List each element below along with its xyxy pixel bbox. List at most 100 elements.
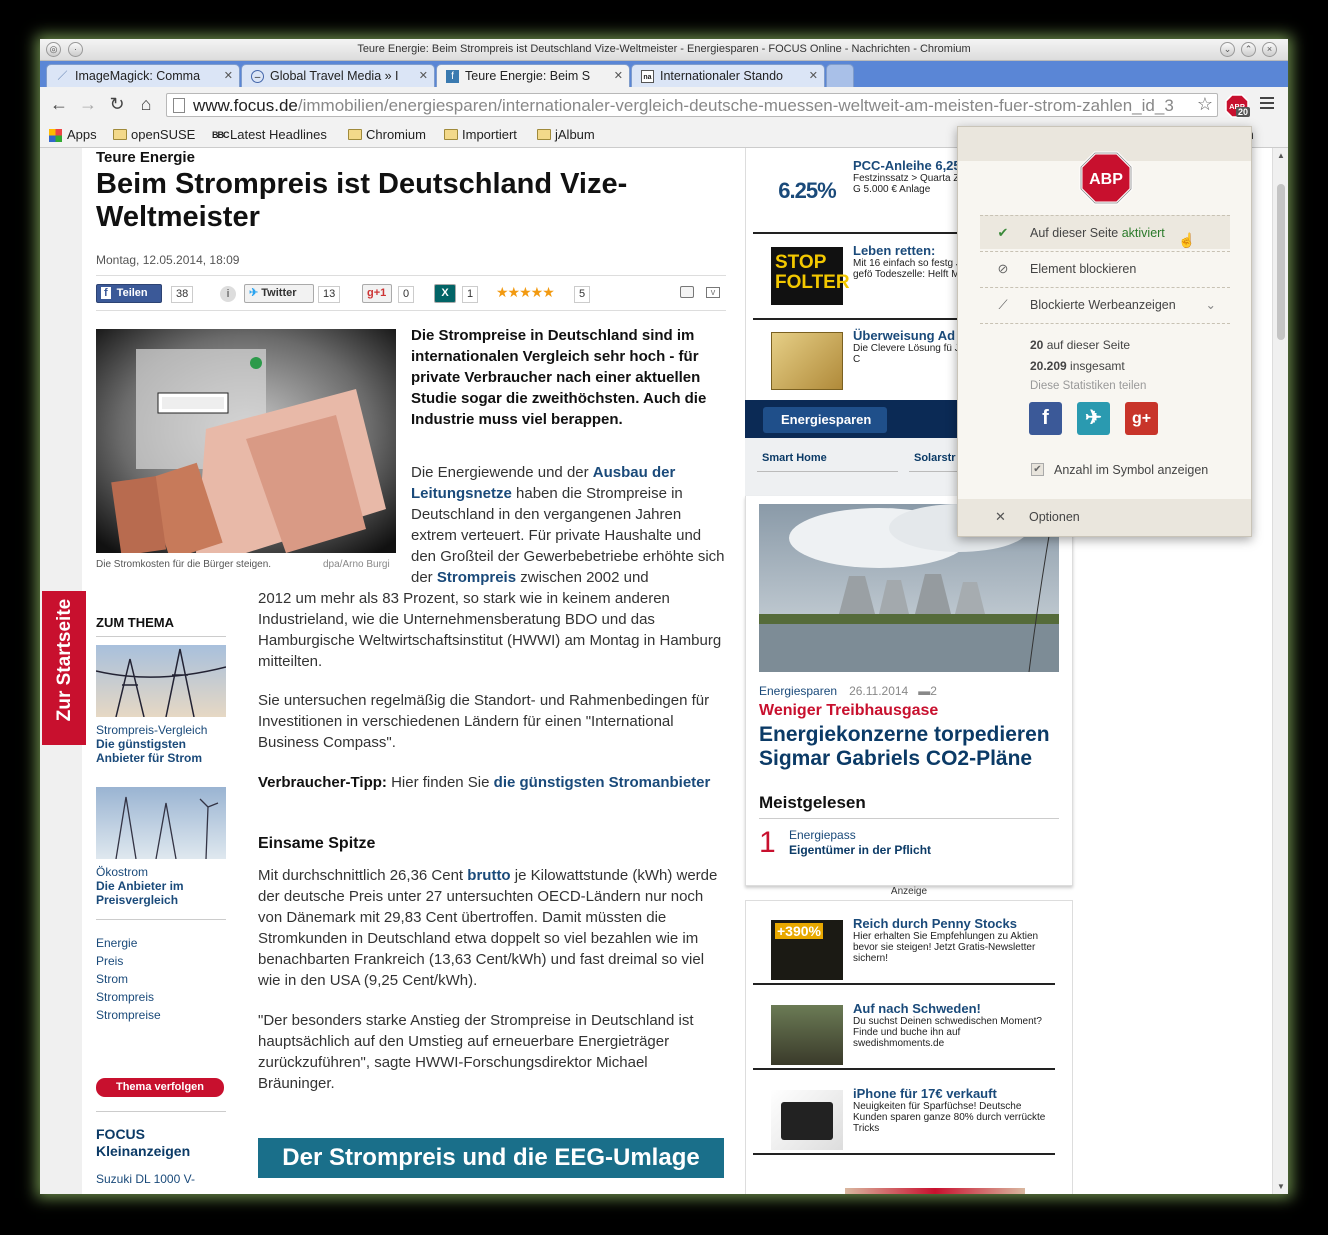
rating-stars[interactable]: ★★★★★ [496, 284, 555, 301]
tag-link[interactable]: Strom [96, 970, 226, 988]
address-bar[interactable]: www.focus.de/immobilien/energiesparen/in… [166, 93, 1218, 117]
bookmark-latest-headlines[interactable]: BBC Latest Headlines [212, 127, 327, 142]
bookmark-jalbum[interactable]: jAlbum [537, 127, 595, 142]
link-guenstigste-stromanbieter[interactable]: die günstigsten Stromanbieter [494, 774, 711, 791]
mostread-title[interactable]: Eigentümer in der Pflicht [789, 843, 931, 857]
hamburger-menu-icon[interactable] [1260, 97, 1274, 112]
ad-thumb: STOP FOLTER [771, 247, 850, 305]
tag-link[interactable]: Preis [96, 952, 226, 970]
ad-iphone[interactable]: iPhone für 17€ verkauft Neuigkeiten für … [763, 1086, 1059, 1156]
twitter-bird-icon: ✈ [249, 287, 259, 299]
mostread-category[interactable]: Energiepass [789, 828, 856, 842]
new-tab-button[interactable] [826, 64, 854, 87]
folder-icon [348, 129, 362, 140]
reload-icon[interactable]: ↻ [106, 93, 128, 115]
forward-arrow-icon[interactable]: → [77, 93, 99, 115]
gplus-icon[interactable]: g+ [1125, 402, 1158, 435]
link-brutto[interactable]: brutto [467, 867, 510, 884]
bookmark-importiert[interactable]: Importiert [444, 127, 517, 142]
minimize-button[interactable]: ⌄ [1220, 42, 1235, 57]
ad-schweden[interactable]: Auf nach Schweden! Du suchst Deinen schw… [763, 1001, 1059, 1071]
rating-count: 5 [574, 286, 591, 303]
twitter-share-button[interactable]: ✈ Twitter [244, 284, 314, 303]
related-category[interactable]: Ökostrom [96, 865, 226, 879]
energiesparen-tab[interactable]: Energiesparen [763, 407, 887, 433]
abp-row-blocked-ads[interactable]: ⟋ Blockierte Werbeanzeigen ⌄ [980, 287, 1230, 321]
xing-button[interactable]: X [434, 284, 456, 303]
close-button[interactable]: × [1262, 42, 1277, 57]
eeg-umlage-banner[interactable]: Der Strompreis und die EEG-Umlage [258, 1138, 724, 1178]
focus-favicon-icon: f [446, 70, 459, 83]
related-title[interactable]: Die günstigsten Anbieter für Strom [96, 737, 226, 765]
teaser-meta: Energiesparen 26.11.2014 ▬2 [759, 684, 937, 698]
facebook-share-button[interactable]: f Teilen [96, 284, 162, 303]
teaser-category[interactable]: Energiesparen [759, 684, 837, 698]
paragraph-1-cont: 2012 um mehr als 83 Prozent, so stark wi… [258, 590, 722, 670]
tab-close-icon[interactable]: ✕ [419, 69, 428, 82]
tab-close-icon[interactable]: ✕ [224, 69, 233, 82]
abp-row-enabled[interactable]: ✔ Auf dieser Seite aktiviert ☝ [980, 215, 1230, 249]
kleinanzeigen-heading: FOCUS Kleinanzeigen [96, 1126, 191, 1159]
abp-row-block-element[interactable]: ⊘ Element blockieren [980, 251, 1230, 285]
gplus-button[interactable]: g+1 [362, 284, 392, 303]
paragraph-1: Die Energiewende und der Ausbau der Leit… [411, 464, 725, 586]
abp-options-row[interactable]: ✕ Optionen [958, 499, 1251, 536]
related-category[interactable]: Strompreis-Vergleich [96, 723, 226, 737]
ad-title: Überweisung Ad [853, 328, 956, 343]
twitter-bird-icon[interactable]: ✈ [1077, 402, 1110, 435]
tab-teure-energie[interactable]: f Teure Energie: Beim S ✕ [436, 64, 630, 87]
browser-toolbar: ← → ↻ ⌂ www.focus.de/immobilien/energies… [40, 87, 1288, 123]
check-icon: ✔ [997, 225, 1009, 240]
tab-internationaler[interactable]: na Internationaler Stando ✕ [631, 64, 825, 87]
tab-close-icon[interactable]: ✕ [614, 69, 623, 82]
ad-title: Reich durch Penny Stocks [853, 916, 1017, 931]
vertical-scrollbar[interactable]: ▲ ▼ [1272, 148, 1288, 1194]
bookmark-chromium[interactable]: Chromium [348, 127, 426, 142]
link-strompreis[interactable]: Strompreis [437, 569, 516, 586]
chevron-down-icon[interactable]: ⌄ [1206, 297, 1216, 312]
divider [96, 1111, 226, 1112]
divider [96, 310, 726, 311]
ad-penny-stocks[interactable]: +390% Reich durch Penny Stocks Hier erha… [763, 916, 1059, 986]
subnav-smart-home[interactable]: Smart Home [757, 452, 898, 472]
thema-verfolgen-button[interactable]: Thema verfolgen [96, 1078, 224, 1097]
related-title[interactable]: Die Anbieter im Preisvergleich [96, 879, 226, 907]
home-icon[interactable]: ⌂ [135, 93, 157, 115]
zur-startseite-button[interactable]: Zur Startseite [42, 591, 86, 745]
maximize-button[interactable]: ⌃ [1241, 42, 1256, 57]
kleinanzeigen-item[interactable]: Suzuki DL 1000 V- [96, 1172, 195, 1186]
mail-icon[interactable]: v [706, 287, 720, 298]
apps-grid-icon [49, 129, 62, 142]
scroll-down-icon[interactable]: ▼ [1277, 1182, 1285, 1191]
power-lines-thumbnail[interactable] [96, 645, 226, 717]
tag-link[interactable]: Strompreis [96, 988, 226, 1006]
tag-link[interactable]: Energie [96, 934, 226, 952]
tab-imagemagick[interactable]: ／ ImageMagick: Comma ✕ [46, 64, 240, 87]
scrollbar-thumb[interactable] [1277, 184, 1285, 340]
scroll-up-icon[interactable]: ▲ [1277, 151, 1285, 160]
tag-link[interactable]: Strompreise [96, 1006, 226, 1024]
page-icon [173, 98, 185, 113]
wind-turbines-thumbnail[interactable] [96, 787, 226, 859]
print-icon[interactable] [680, 286, 694, 298]
star-icon[interactable]: ☆ [1193, 94, 1213, 115]
back-arrow-icon[interactable]: ← [48, 93, 70, 115]
bookmark-opensuse[interactable]: openSUSE [113, 127, 195, 142]
gold-card-thumbnail [771, 332, 843, 390]
teaser-headline[interactable]: Energiekonzerne torpedieren Sigmar Gabri… [759, 723, 1069, 771]
wand-icon: ／ [57, 71, 68, 82]
tab-global-travel[interactable]: ‒ Global Travel Media » I ✕ [241, 64, 435, 87]
ad-title: iPhone für 17€ verkauft [853, 1086, 997, 1101]
subheading: Einsame Spitze [258, 835, 376, 852]
info-icon[interactable]: i [220, 286, 236, 302]
tab-close-icon[interactable]: ✕ [809, 69, 818, 82]
tab-strip: ／ ImageMagick: Comma ✕ ‒ Global Travel Me… [40, 61, 1288, 87]
adblock-plus-button[interactable]: ABP 20 [1225, 94, 1251, 118]
bookmark-apps[interactable]: Apps [49, 127, 97, 142]
show-count-checkbox[interactable]: ✔ [1031, 463, 1044, 476]
facebook-icon[interactable]: f [1029, 402, 1062, 435]
paragraph-3: Mit durchschnittlich 26,36 Cent brutto j… [258, 867, 718, 989]
teaser-kicker: Weniger Treibhausgase [759, 702, 939, 719]
image-caption: Die Stromkosten für die Bürger steigen. [96, 559, 272, 570]
facebook-count: 38 [171, 286, 194, 303]
